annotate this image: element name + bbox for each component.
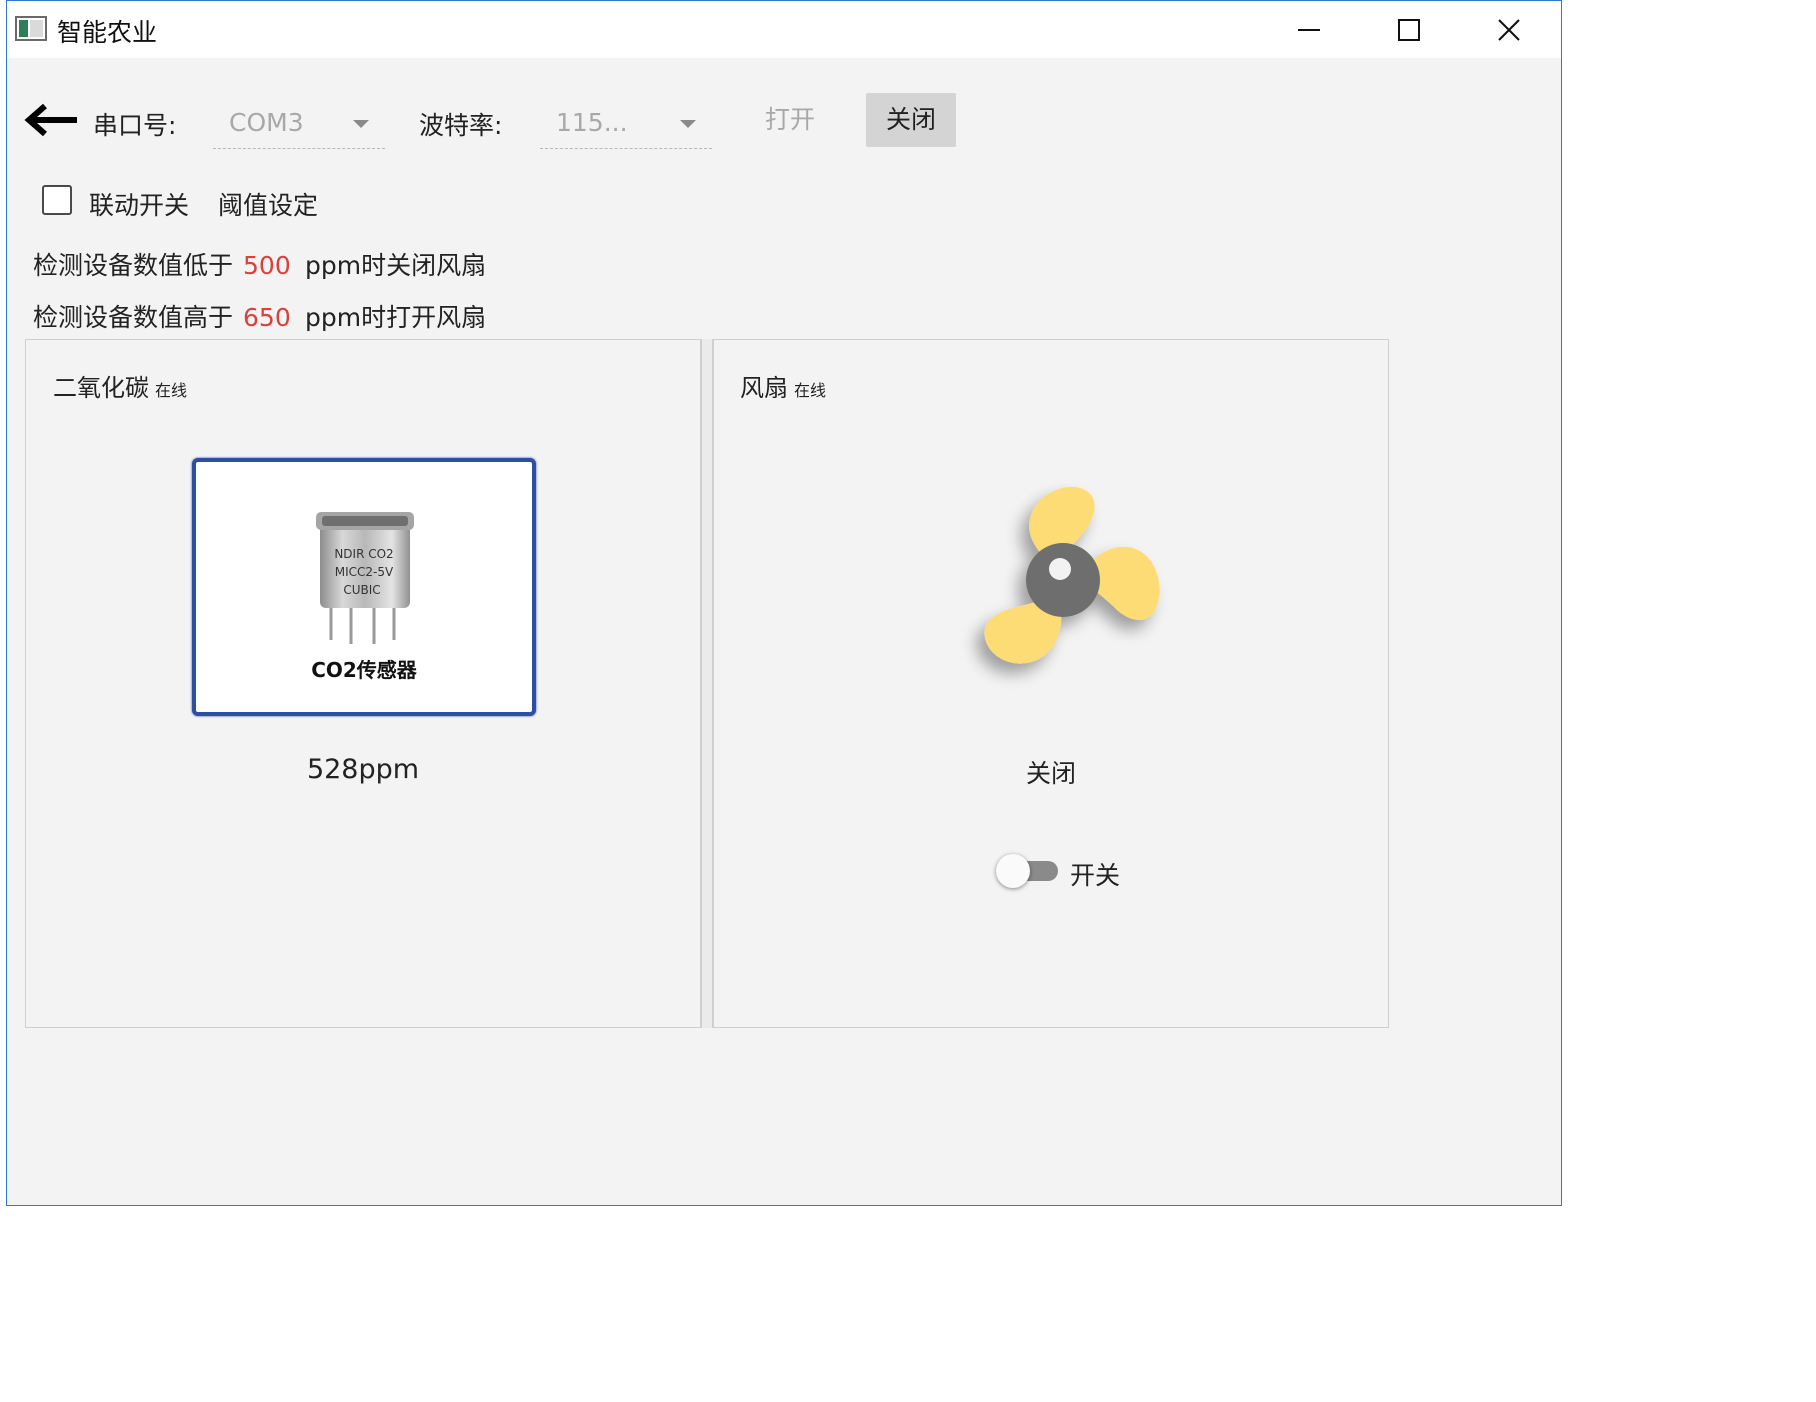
toggle-knob [996,854,1030,888]
low-threshold-value: 500 [243,251,291,280]
low-threshold-rule: 检测设备数值低于 500 ppm时关闭风扇 [33,246,486,282]
high-threshold-rule: 检测设备数值高于 650 ppm时打开风扇 [33,298,486,334]
fan-panel-title: 风扇 在线 [740,368,826,403]
fan-switch-label: 开关 [1070,861,1121,890]
fan-title-text: 风扇 [740,374,788,402]
baud-select[interactable]: 115... [540,97,712,149]
co2-sensor-card[interactable]: NDIR CO2 MICC2-5V CUBIC CO2传感器 [192,458,536,716]
close-window-button[interactable] [1459,1,1559,58]
low-rule-prefix: 检测设备数值低于 [33,251,234,280]
threshold-setting-button[interactable]: 阈值设定 [218,186,318,222]
co2-status-badge: 在线 [155,381,188,400]
port-select-value: COM3 [229,108,304,137]
high-rule-suffix: ppm时打开风扇 [305,303,487,332]
arrow-left-icon [24,103,77,137]
sensor-label-2: MICC2-5V [335,565,394,579]
close-icon [1498,19,1520,41]
co2-panel: 二氧化碳 在线 NDIR CO2 MICC2-5V CUBIC CO2传感器 5… [25,339,701,1028]
baud-label: 波特率: [419,111,503,140]
baud-select-value: 115... [556,108,628,137]
co2-panel-title: 二氧化碳 在线 [53,368,187,403]
linkage-checkbox[interactable] [42,185,72,215]
minimize-icon [1298,29,1320,31]
port-select[interactable]: COM3 [213,97,385,149]
co2-title-text: 二氧化碳 [53,374,149,402]
window-title: 智能农业 [57,18,158,47]
sensor-label-3: CUBIC [343,583,380,597]
low-rule-suffix: ppm时关闭风扇 [305,251,487,280]
chevron-down-icon [353,120,369,128]
open-port-button[interactable]: 打开 [745,93,835,147]
back-button[interactable] [23,102,79,142]
fan-panel: 风扇 在线 关闭 开关 [713,339,1389,1028]
linkage-label: 联动开关 [89,191,190,220]
app-icon [15,16,47,41]
high-threshold-value: 650 [243,303,291,332]
sensor-label-1: NDIR CO2 [334,547,393,561]
app-window: 智能农业 串口号: COM3 波特率: 115... 打开 关闭 联动开关 阈值… [6,0,1562,1206]
high-rule-prefix: 检测设备数值高于 [33,303,234,332]
fan-switch-toggle[interactable] [996,854,1060,888]
co2-sensor-caption: CO2传感器 [311,658,417,682]
fan-state-text: 关闭 [1025,759,1076,788]
minimize-button[interactable] [1259,1,1359,58]
port-label: 串口号: [93,111,177,140]
maximize-icon [1398,19,1420,41]
maximize-button[interactable] [1359,1,1459,58]
close-port-button[interactable]: 关闭 [866,93,956,147]
fan-status-badge: 在线 [794,381,827,400]
chevron-down-icon [680,120,696,128]
co2-reading: 528ppm [306,754,420,785]
title-bar: 智能农业 [7,1,1561,58]
fan-icon [984,486,1160,664]
panel-divider[interactable] [701,339,713,1028]
